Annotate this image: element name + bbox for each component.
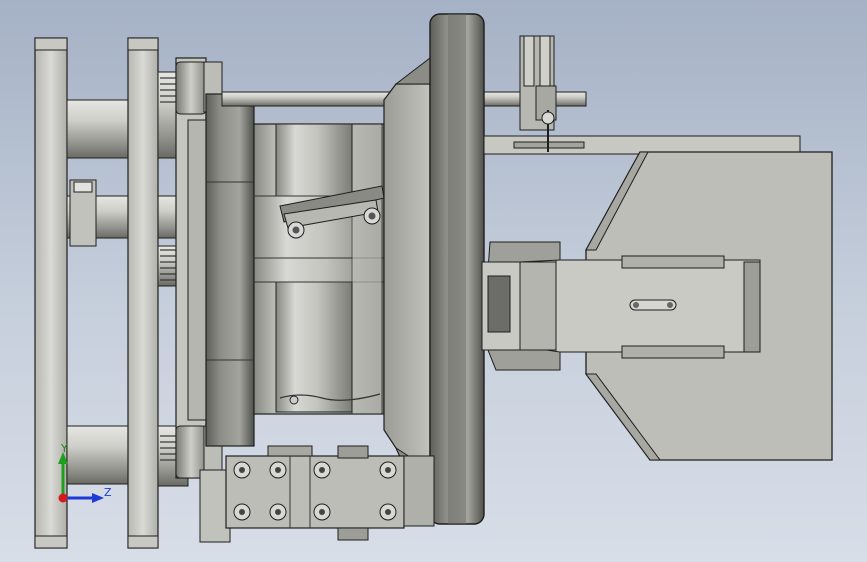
z-axis-arrow-icon: [63, 493, 104, 503]
second-plate: [127, 37, 159, 549]
cone-adapter: [383, 56, 431, 523]
mould-plate: [429, 13, 485, 525]
key-block: [69, 179, 97, 247]
y-axis-arrow-icon: [58, 452, 68, 498]
slider-carriage: [555, 255, 761, 359]
cad-graphics-viewport[interactable]: Y Z: [0, 0, 867, 562]
gripper-jaw: [481, 241, 561, 371]
assembly-model[interactable]: [0, 0, 867, 562]
x-axis-arrow-icon: [58, 493, 68, 503]
z-axis-label: Z: [104, 486, 112, 499]
pin-bracket: [519, 35, 557, 152]
main-flange: [205, 93, 255, 447]
orientation-triad[interactable]: Y Z: [48, 440, 118, 510]
slide-rail: [483, 135, 801, 155]
drum-body: [253, 123, 385, 415]
bottom-linkage: [199, 445, 435, 543]
y-axis-label: Y: [61, 442, 68, 455]
